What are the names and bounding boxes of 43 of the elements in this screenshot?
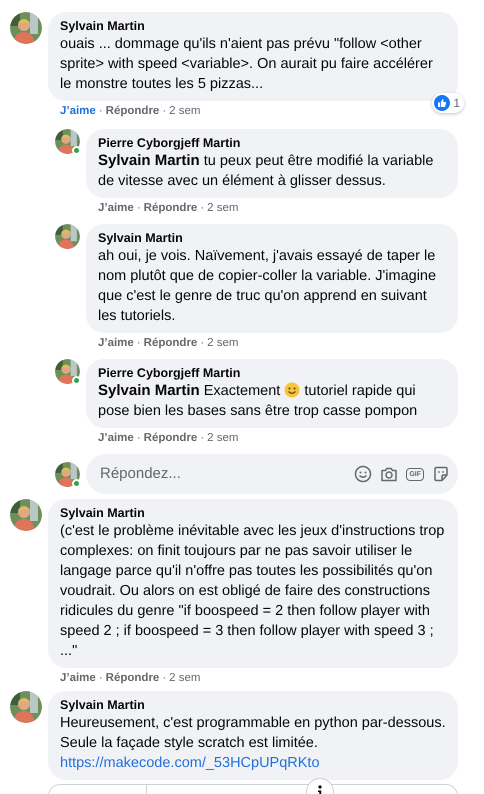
comment-text: Sylvain Martin Exactement tutoriel rapide qui pose bien les bases sans être trop casse pompon [98, 381, 418, 421]
timestamp: 2 sem [207, 431, 238, 446]
reply-link[interactable]: Répondre [106, 671, 160, 686]
author-name[interactable]: Pierre Cyborgjeff Martin [98, 135, 446, 151]
smiley-icon [284, 382, 300, 398]
timestamp: 2 sem [207, 336, 238, 351]
reply-link[interactable]: Répondre [144, 336, 198, 351]
reply-link[interactable]: Répondre [144, 201, 198, 216]
like-link[interactable]: J’aime [98, 336, 134, 351]
separator-dot: · [162, 104, 166, 119]
separator-dot: · [98, 104, 103, 119]
link[interactable]: https://makecode.com/_53HCpUPqRKto [60, 753, 320, 773]
separator-dot: · [136, 336, 141, 351]
author-name[interactable]: Pierre Cyborgjeff Martin [98, 365, 446, 381]
separator-dot: · [136, 201, 141, 216]
sticker-icon[interactable] [432, 465, 450, 483]
separator-dot: · [200, 336, 204, 351]
like-link[interactable]: J’aime [60, 671, 96, 686]
camera-icon[interactable] [380, 465, 398, 483]
reaction-count[interactable]: 1 [432, 93, 464, 113]
comment-text: ah oui, je vois. Naïvement, j'avais essayé de taper le nom plutôt que de copier-coller la variable. J'imagine que c'est le genre de truc qu'on apprend en suivant les tutoriels. [98, 247, 438, 326]
separator-dot: · [200, 201, 204, 216]
timestamp: 2 sem [207, 201, 238, 216]
separator-dot: · [136, 431, 141, 446]
comment-text: Heureusement, c'est programmable en python par-dessous. Seule la façade style scratch est limitée. https://makecode.com/_53HCpUPqRKto [60, 714, 446, 773]
timestamp: 2 sem [169, 671, 200, 686]
like-link[interactable]: J’aime [98, 431, 134, 446]
like-link[interactable]: J’aime [98, 201, 134, 216]
author-name[interactable]: Sylvain Martin [98, 230, 446, 246]
smiley-icon[interactable] [354, 465, 372, 483]
like-link[interactable]: J’aime [60, 104, 96, 119]
comment-text: Sylvain Martin tu peux peut être modifié la variable de vitesse avec un élément à glisser dessus. [98, 151, 434, 191]
author-name[interactable]: Sylvain Martin [60, 505, 446, 521]
reply-link[interactable]: Répondre [144, 431, 198, 446]
separator-dot: · [200, 431, 204, 446]
separator-dot: · [98, 671, 103, 686]
reply-link[interactable]: Répondre [106, 104, 160, 119]
separator-dot: · [162, 671, 166, 686]
author-name[interactable]: Sylvain Martin [60, 697, 446, 713]
comment-text: ouais ... dommage qu'ils n'aient pas prévu "follow <other sprite> with speed <variable>. On aurait pu faire accélérer le monstre toutes les 5 pizzas... [60, 35, 434, 94]
comment-text: (c'est le problème inévitable avec les jeux d'instructions trop complexes: on finit toujours par ne pas savoir utiliser le langage parce qu'il n'offre pas toutes les possibilités qu'on voudrait. Ou alors on est obligé de faire des constructions ridicules du genre "if boospeed = 2 then follow player with speed 2 ; if boospeed = 3 then follow player with speed 3 ; ..." [60, 522, 446, 661]
timestamp: 2 sem [169, 104, 200, 119]
author-name[interactable]: Sylvain Martin [60, 18, 446, 34]
